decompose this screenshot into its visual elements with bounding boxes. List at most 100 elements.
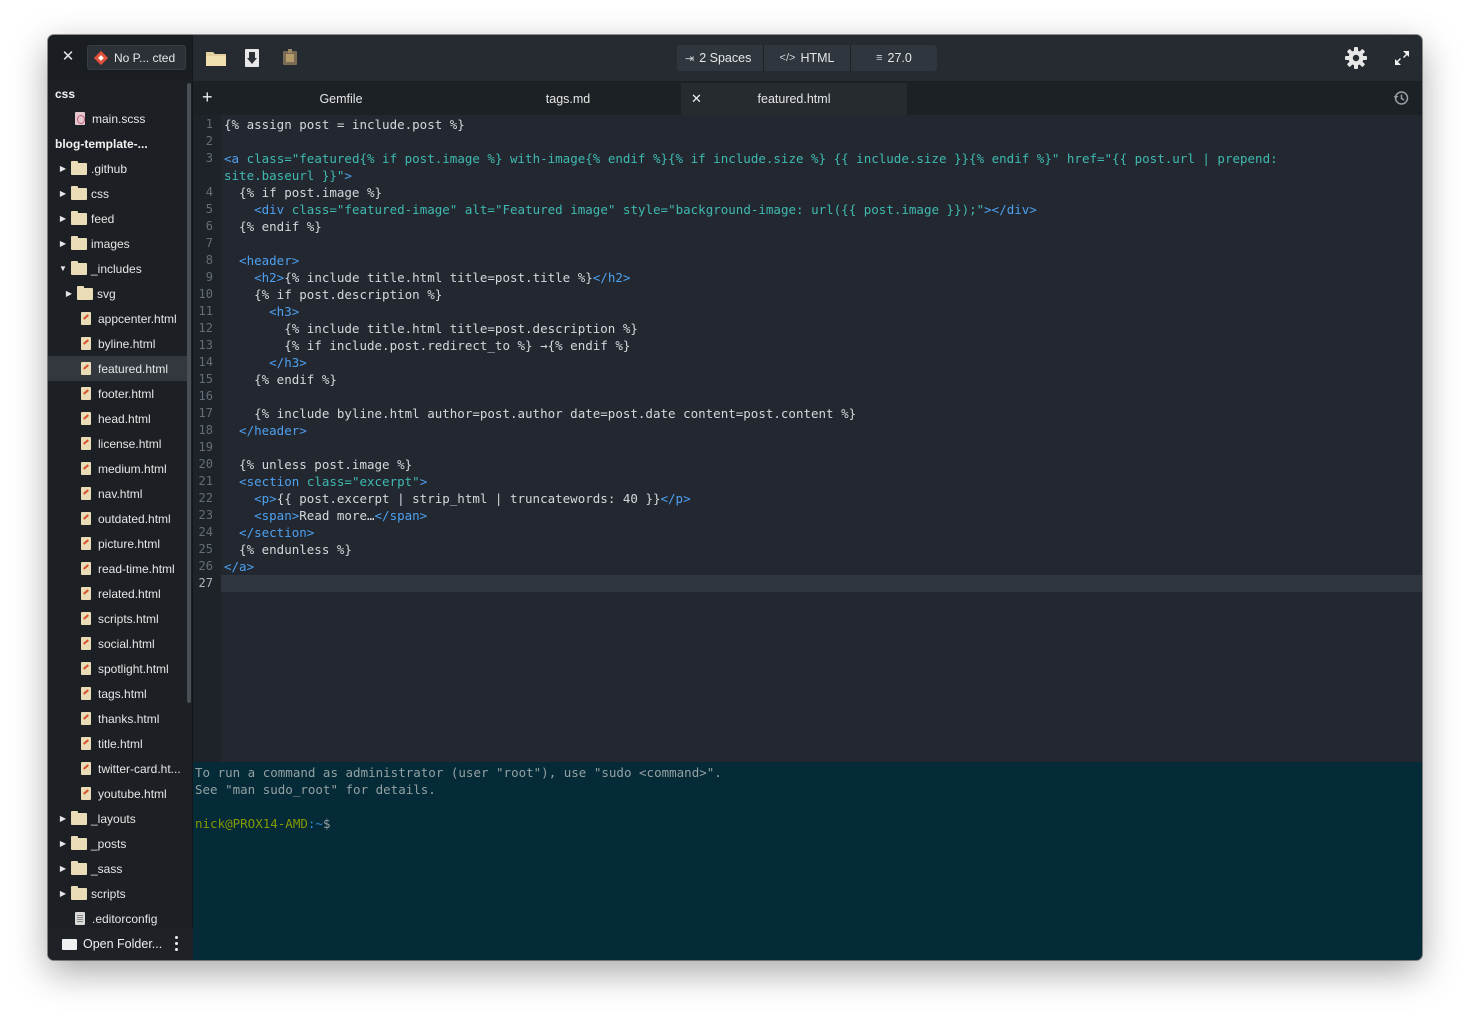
- folder-item[interactable]: ▶ .github: [48, 156, 188, 181]
- code-token: {{ post.excerpt | strip_html | truncatew…: [276, 491, 661, 506]
- tree-item-label: svg: [97, 286, 116, 301]
- folder-icon: [77, 285, 93, 300]
- file-item[interactable]: social.html: [48, 631, 188, 656]
- tab-featured-html[interactable]: ✕ featured.html: [681, 83, 907, 115]
- folder-item[interactable]: ▶ css: [48, 181, 188, 206]
- chevron-right-icon[interactable]: ▶: [58, 839, 68, 848]
- chevron-right-icon[interactable]: ▶: [58, 214, 68, 223]
- open-folder-button[interactable]: Open Folder...: [83, 937, 162, 951]
- new-tab-icon[interactable]: +: [202, 88, 218, 106]
- code-token: <section: [224, 474, 300, 489]
- zoom-button[interactable]: ≡ 27.0: [851, 45, 937, 71]
- tree-item-label: scripts: [91, 886, 126, 901]
- line-number-gutter: 1 2 3 4 5 6 7 8 9 10 11 12 13 14 15 16 17 18 19 20 21 22 23 24 2…: [193, 115, 221, 762]
- line-number: 8: [205, 253, 213, 267]
- html-file-icon: [81, 562, 91, 575]
- file-item[interactable]: twitter-card.ht...: [48, 756, 188, 781]
- code-token: "background-image: url({{ post.image }})…: [668, 202, 985, 217]
- line-number: 5: [205, 202, 213, 216]
- chevron-right-icon[interactable]: ▶: [58, 814, 68, 823]
- code-editor-window: ✕ No P... cted ⇥ 2 Spaces </> HTML ≡ 27.…: [48, 35, 1422, 960]
- file-item[interactable]: medium.html: [48, 456, 188, 481]
- code-line: <section class="excerpt">: [224, 473, 427, 490]
- line-number: 26: [198, 559, 213, 573]
- file-item[interactable]: picture.html: [48, 531, 188, 556]
- more-options-icon[interactable]: [175, 936, 179, 952]
- sidebar-section-heading[interactable]: css: [48, 81, 188, 106]
- close-tab-icon[interactable]: ✕: [691, 91, 702, 107]
- chevron-right-icon[interactable]: ▶: [58, 164, 68, 173]
- code-token: <h3>: [224, 304, 300, 319]
- code-line: <h2>{% include title.html title=post.tit…: [224, 269, 630, 286]
- file-item[interactable]: byline.html: [48, 331, 188, 356]
- tree-item-label: thanks.html: [98, 711, 160, 726]
- code-token: style=: [615, 202, 669, 217]
- chevron-down-icon[interactable]: ▼: [58, 264, 68, 273]
- file-item[interactable]: .editorconfig: [48, 906, 188, 928]
- tab-tags-md[interactable]: tags.md: [455, 83, 681, 115]
- file-item[interactable]: related.html: [48, 581, 188, 606]
- chevron-right-icon[interactable]: ▶: [58, 889, 68, 898]
- tree-item-label: byline.html: [98, 336, 156, 351]
- file-item[interactable]: main.scss: [48, 106, 188, 131]
- file-item[interactable]: scripts.html: [48, 606, 188, 631]
- file-item[interactable]: license.html: [48, 431, 188, 456]
- tree-item-label: _posts: [91, 836, 127, 851]
- terminal-prompt[interactable]: nick@PROX14-AMD:~$: [195, 815, 330, 832]
- chevron-right-icon[interactable]: ▶: [58, 239, 68, 248]
- line-number: 11: [198, 304, 213, 318]
- file-item[interactable]: tags.html: [48, 681, 188, 706]
- file-item[interactable]: spotlight.html: [48, 656, 188, 681]
- code-line: {% endif %}: [224, 218, 322, 235]
- terminal-panel[interactable]: To run a command as administrator (user …: [193, 762, 1422, 960]
- html-file-icon: [81, 762, 91, 775]
- code-line: <span>Read more…</span>: [224, 507, 427, 524]
- folder-item[interactable]: ▼ _includes: [48, 256, 188, 281]
- chevron-right-icon[interactable]: ▶: [64, 289, 74, 298]
- sidebar-section-heading[interactable]: blog-template-...: [48, 131, 188, 156]
- extension-icon[interactable]: [281, 48, 299, 68]
- close-project-icon[interactable]: ✕: [60, 49, 76, 65]
- tab-gemfile[interactable]: Gemfile: [227, 83, 455, 115]
- file-item[interactable]: youtube.html: [48, 781, 188, 806]
- file-item[interactable]: title.html: [48, 731, 188, 756]
- save-icon[interactable]: [244, 48, 260, 68]
- file-item[interactable]: footer.html: [48, 381, 188, 406]
- sidebar-scrollbar[interactable]: [187, 83, 191, 703]
- file-item[interactable]: featured.html: [48, 356, 188, 381]
- file-item[interactable]: head.html: [48, 406, 188, 431]
- gear-icon[interactable]: [1344, 46, 1368, 70]
- code-token: <header>: [224, 253, 300, 268]
- code-token: "excerpt": [351, 474, 420, 489]
- file-item[interactable]: appcenter.html: [48, 306, 188, 331]
- folder-item[interactable]: ▶ images: [48, 231, 188, 256]
- indentation-button[interactable]: ⇥ 2 Spaces: [677, 45, 764, 71]
- folder-item[interactable]: ▶ _layouts: [48, 806, 188, 831]
- folder-item[interactable]: ▶ feed: [48, 206, 188, 231]
- file-tree: css main.scss blog-template-... ▶ .github ▶ cs…: [48, 81, 193, 928]
- project-switcher-button[interactable]: No P... cted: [87, 45, 186, 70]
- history-icon[interactable]: [1393, 90, 1409, 106]
- code-token: </p>: [660, 491, 691, 506]
- chevron-right-icon[interactable]: ▶: [58, 189, 68, 198]
- chevron-right-icon[interactable]: ▶: [58, 864, 68, 873]
- folder-item[interactable]: ▶ scripts: [48, 881, 188, 906]
- open-folder-icon[interactable]: [205, 48, 227, 68]
- tree-item-label: medium.html: [98, 461, 167, 476]
- html-file-icon: [81, 737, 91, 750]
- folder-item[interactable]: ▶ svg: [48, 281, 188, 306]
- code-token: alt=: [457, 202, 495, 217]
- terminal-output-line: To run a command as administrator (user …: [195, 765, 722, 780]
- sidebar-header: ✕ No P... cted: [48, 35, 193, 81]
- folder-item[interactable]: ▶ _posts: [48, 831, 188, 856]
- file-item[interactable]: nav.html: [48, 481, 188, 506]
- folder-item[interactable]: ▶ _sass: [48, 856, 188, 881]
- html-file-icon: [81, 587, 91, 600]
- file-item[interactable]: read-time.html: [48, 556, 188, 581]
- file-item[interactable]: thanks.html: [48, 706, 188, 731]
- language-button[interactable]: </> HTML: [764, 45, 851, 71]
- file-item[interactable]: outdated.html: [48, 506, 188, 531]
- code-token: {% include title.html title=post.title %…: [284, 270, 593, 285]
- code-editor[interactable]: 1 2 3 4 5 6 7 8 9 10 11 12 13 14 15 16 17 18 19 20 21 22 23 24 2…: [193, 115, 1422, 762]
- fullscreen-icon[interactable]: [1394, 50, 1410, 66]
